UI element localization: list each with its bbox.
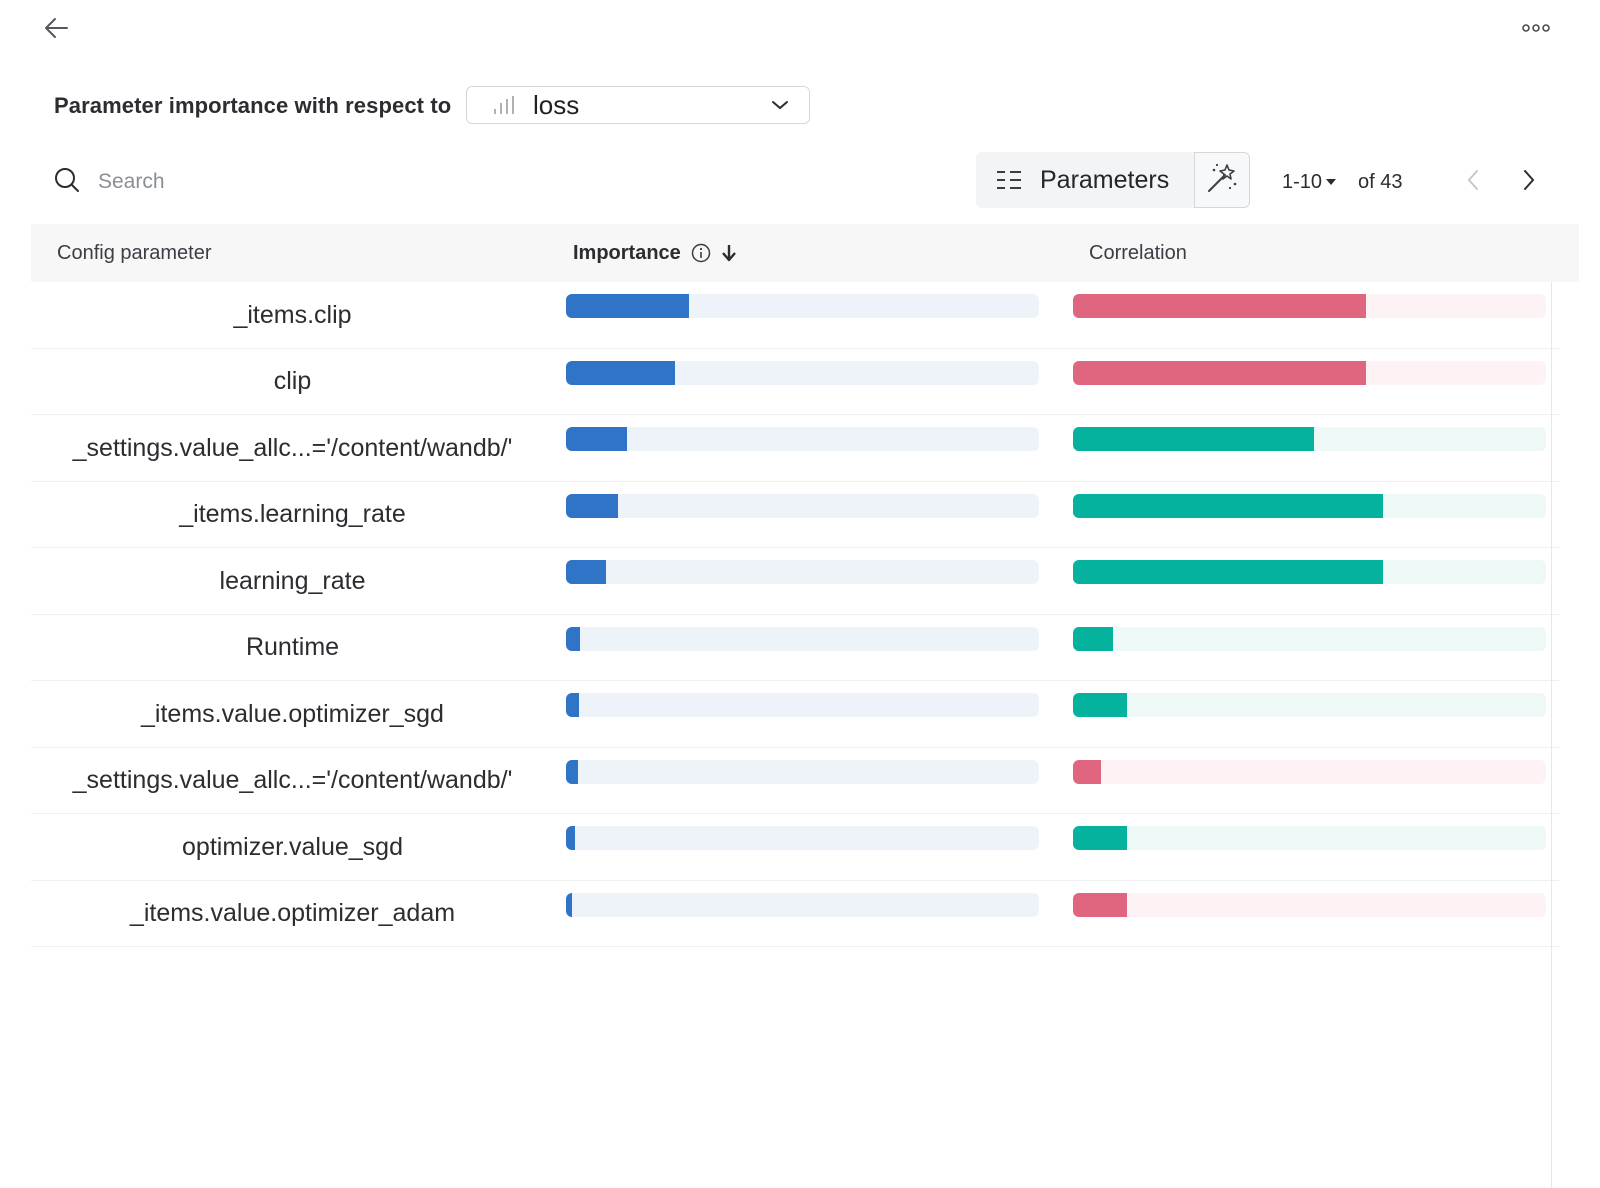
correlation-bar-positive (1073, 826, 1128, 850)
correlation-bar-track (1073, 892, 1546, 917)
importance-heading-row: Parameter importance with respect to (54, 86, 451, 126)
table-header: Config parameter Importance Correlation (31, 224, 1579, 282)
search-bar (54, 162, 600, 202)
importance-bar-track (566, 892, 1039, 917)
config-parameter-name: _items.learning_rate (179, 500, 406, 528)
correlation-bar-track (1073, 560, 1546, 584)
page-total: of 43 (1358, 170, 1403, 193)
table-row[interactable]: optimizer.value_sgd (31, 814, 1559, 881)
correlation-bar-positive (1073, 626, 1114, 651)
search-input[interactable] (96, 169, 600, 195)
importance-bar-track (566, 826, 1039, 850)
importance-bar (566, 360, 675, 385)
config-parameter-name: _items.clip (233, 300, 352, 329)
metric-select[interactable]: loss (466, 86, 810, 124)
table-row[interactable]: _settings.value_allc...='/content/wandb/… (31, 748, 1559, 814)
more-horizontal-icon[interactable] (1516, 14, 1556, 42)
parameters-button[interactable]: Parameters (976, 152, 1194, 208)
table-row[interactable]: Runtime (31, 615, 1559, 681)
importance-bar-track (566, 693, 1039, 717)
correlation-bar-track (1073, 693, 1546, 717)
config-parameter-name: _items.value.optimizer_adam (129, 899, 456, 927)
importance-bar (566, 892, 572, 917)
search-icon (54, 167, 80, 198)
importance-bar-track (566, 360, 1039, 385)
sort-descending-icon[interactable] (721, 243, 737, 263)
bar-chart-icon (493, 94, 519, 116)
correlation-bar-negative (1073, 294, 1367, 318)
correlation-bar-track (1073, 759, 1546, 784)
page-range-select[interactable]: 1-10 (1282, 170, 1337, 194)
importance-bar-track (566, 427, 1039, 451)
scrollbar-track[interactable] (1551, 282, 1552, 1188)
config-parameter-name: Runtime (245, 633, 340, 661)
table-row[interactable]: learning_rate (31, 548, 1559, 615)
table-row[interactable]: clip (31, 349, 1559, 415)
correlation-bar-track (1073, 626, 1546, 651)
parameter-importance-panel: Parameter importance with respect to los… (0, 0, 1600, 1188)
importance-bar-track (566, 759, 1039, 784)
importance-bar-track (566, 294, 1039, 318)
list-icon (996, 166, 1024, 194)
importance-bar (566, 759, 578, 784)
importance-bar (566, 294, 689, 318)
correlation-bar-track (1073, 826, 1546, 850)
chevron-down-icon (771, 100, 789, 110)
next-page-button[interactable] (1512, 164, 1546, 200)
importance-bar-track (566, 493, 1039, 518)
correlation-bar-track (1073, 493, 1546, 518)
importance-bar (566, 826, 575, 850)
arrow-left-icon[interactable] (40, 12, 72, 44)
chevron-right-icon (1522, 169, 1536, 196)
parameters-toolbar: Parameters (976, 152, 1250, 210)
column-header-config[interactable]: Config parameter (57, 242, 212, 265)
importance-bar (566, 626, 581, 651)
magic-wand-button[interactable] (1194, 152, 1250, 208)
correlation-bar-track (1073, 360, 1546, 385)
table-body: _items.clipclip _settings.value_allc...='… (31, 282, 1559, 947)
config-parameter-name: _settings.value_allc...='/content/wandb/… (72, 433, 513, 462)
importance-bar (566, 693, 580, 717)
importance-bar (566, 427, 628, 451)
correlation-bar-track (1073, 294, 1546, 318)
info-icon[interactable] (691, 243, 711, 263)
correlation-bar-negative (1073, 360, 1367, 385)
chevron-left-icon (1466, 169, 1480, 196)
table-row[interactable]: _settings.value_allc...='/content/wandb/… (31, 415, 1559, 482)
correlation-bar-positive (1073, 560, 1383, 584)
importance-bar (566, 493, 619, 518)
config-parameter-name: clip (273, 367, 312, 395)
correlation-bar-positive (1073, 493, 1383, 518)
importance-bar (566, 560, 607, 584)
correlation-bar-positive (1073, 427, 1315, 451)
importance-bar-track (566, 560, 1039, 584)
config-parameter-name: _settings.value_allc...='/content/wandb/… (72, 766, 513, 794)
correlation-bar-negative (1073, 892, 1128, 917)
table-row[interactable]: _items.clip (31, 282, 1559, 349)
pagination: 1-10 of 43 (1282, 162, 1403, 202)
caret-down-icon (1326, 179, 1337, 185)
table-row[interactable]: _items.value.optimizer_sgd (31, 681, 1559, 748)
table-row[interactable]: _items.learning_rate (31, 482, 1559, 548)
parameter-table: Config parameter Importance Correlation … (31, 224, 1579, 947)
config-parameter-name: optimizer.value_sgd (182, 832, 403, 861)
config-parameter-name: learning_rate (219, 566, 366, 595)
importance-bar-track (566, 626, 1039, 651)
metric-value: loss (533, 89, 580, 120)
config-parameter-name: _items.value.optimizer_sgd (141, 699, 444, 728)
importance-label: Parameter importance with respect to (54, 93, 452, 118)
correlation-bar-positive (1073, 693, 1128, 717)
previous-page-button[interactable] (1456, 164, 1490, 200)
column-header-correlation[interactable]: Correlation (1089, 242, 1187, 265)
correlation-bar-track (1073, 427, 1546, 451)
page-range-label: 1-10 (1282, 170, 1323, 193)
table-row[interactable]: _items.value.optimizer_adam (31, 881, 1559, 947)
parameters-label: Parameters (1040, 165, 1170, 194)
magic-wand-icon (1205, 162, 1239, 199)
column-header-importance-label: Importance (573, 241, 681, 264)
correlation-bar-negative (1073, 759, 1102, 784)
column-header-importance[interactable]: Importance (573, 242, 737, 265)
